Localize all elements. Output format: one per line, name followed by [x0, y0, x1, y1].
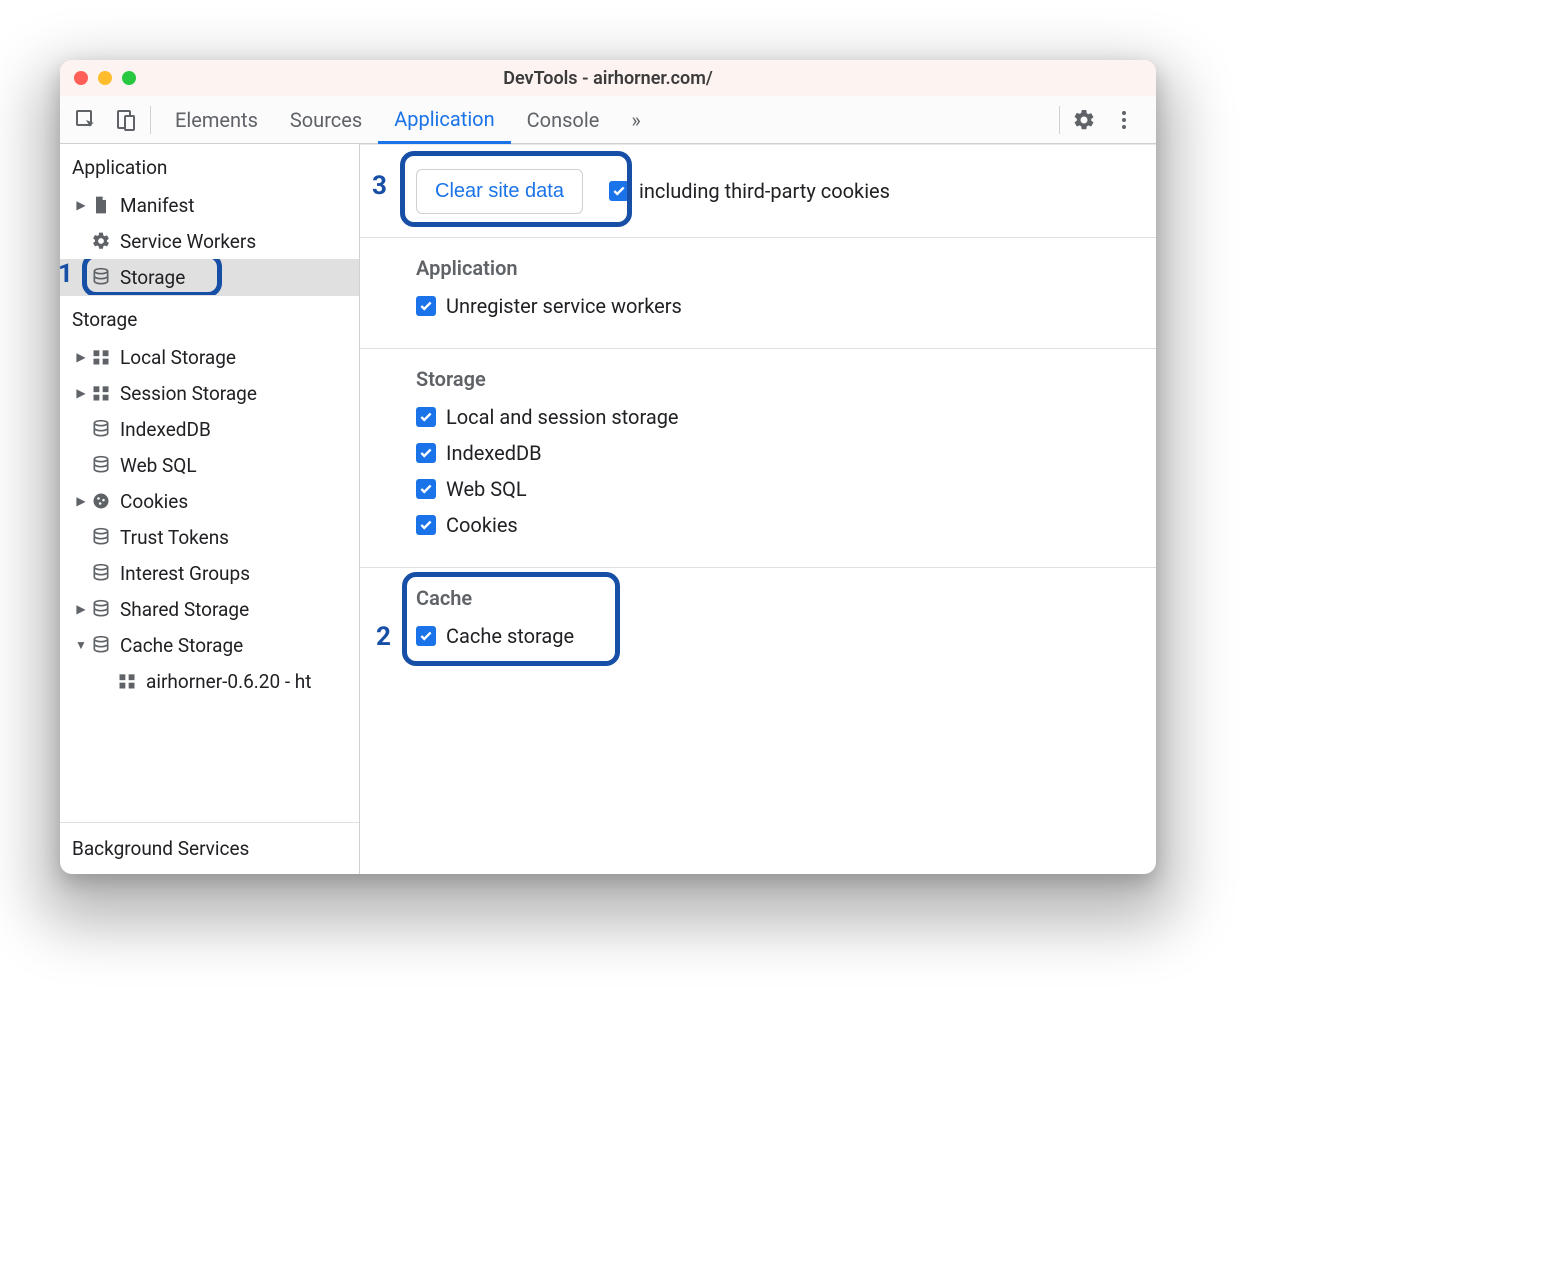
panel-tabs: Elements Sources Application Console » [159, 96, 1055, 143]
toolbar-separator [150, 106, 151, 134]
tab-elements[interactable]: Elements [159, 96, 274, 143]
devtools-window: DevTools - airhorner.com/ Elements Sourc… [60, 60, 1156, 874]
sidebar-item-label: Session Storage [120, 382, 257, 405]
grid-icon [90, 346, 112, 368]
sidebar-item-cache-entry[interactable]: airhorner-0.6.20 - ht [60, 663, 359, 699]
sidebar-item-label: Cookies [120, 490, 188, 513]
annotation-number: 2 [376, 622, 391, 652]
sidebar-item-trust-tokens[interactable]: Trust Tokens [60, 519, 359, 555]
section-heading: Storage [416, 367, 1156, 391]
cookie-icon [90, 490, 112, 512]
sidebar-item-label: Manifest [120, 194, 195, 217]
grid-icon [90, 382, 112, 404]
sidebar-section-application: Application [60, 144, 359, 187]
grid-icon [116, 670, 138, 692]
sidebar-item-label: Service Workers [120, 230, 256, 253]
sidebar-item-label: Local Storage [120, 346, 236, 369]
devtools-toolbar: Elements Sources Application Console » [60, 96, 1156, 144]
indexeddb-checkbox[interactable] [416, 443, 436, 463]
disclosure-triangle-icon: ▶ [74, 198, 88, 212]
sidebar-item-service-workers[interactable]: Service Workers [60, 223, 359, 259]
disclosure-triangle-icon: ▶ [74, 386, 88, 400]
traffic-lights [74, 71, 136, 85]
checkbox-label: Web SQL [446, 477, 527, 501]
database-icon [90, 598, 112, 620]
checkbox-label: Cookies [446, 513, 518, 537]
window-title: DevTools - airhorner.com/ [60, 68, 1156, 89]
sidebar-item-web-sql[interactable]: Web SQL [60, 447, 359, 483]
tabs-overflow-icon[interactable]: » [615, 96, 656, 143]
sidebar-item-interest-groups[interactable]: Interest Groups [60, 555, 359, 591]
database-icon [90, 418, 112, 440]
section-application: Application Unregister service workers [360, 238, 1156, 349]
sidebar-section-background-services[interactable]: Background Services [60, 822, 359, 874]
window-zoom-button[interactable] [122, 71, 136, 85]
database-icon [90, 454, 112, 476]
sidebar-section-storage: Storage [60, 295, 359, 339]
window-close-button[interactable] [74, 71, 88, 85]
sidebar-item-session-storage[interactable]: ▶ Session Storage [60, 375, 359, 411]
database-icon [90, 526, 112, 548]
disclosure-triangle-icon: ▼ [74, 638, 88, 652]
web-sql-checkbox[interactable] [416, 479, 436, 499]
section-storage: Storage Local and session storage Indexe… [360, 349, 1156, 568]
tab-sources[interactable]: Sources [274, 96, 378, 143]
unregister-service-workers-checkbox[interactable] [416, 296, 436, 316]
database-icon [90, 266, 112, 288]
sidebar-item-cache-storage[interactable]: ▼ Cache Storage [60, 627, 359, 663]
sidebar-item-label: Trust Tokens [120, 526, 229, 549]
devtools-body: Application ▶ Manifest Service Workers [60, 144, 1156, 874]
tab-application[interactable]: Application [378, 96, 510, 144]
section-cache: Cache Cache storage 2 [360, 568, 1156, 678]
sidebar-item-label: Web SQL [120, 454, 197, 477]
inspect-element-icon[interactable] [66, 100, 106, 140]
tab-console[interactable]: Console [511, 96, 616, 143]
checkbox-label: Local and session storage [446, 405, 679, 429]
section-heading: Application [416, 256, 1156, 280]
sidebar-item-indexeddb[interactable]: IndexedDB [60, 411, 359, 447]
settings-gear-icon[interactable] [1064, 100, 1104, 140]
third-party-cookies-label: including third-party cookies [639, 179, 890, 203]
more-options-icon[interactable] [1104, 100, 1144, 140]
local-session-storage-checkbox[interactable] [416, 407, 436, 427]
gear-icon [90, 230, 112, 252]
toggle-device-toolbar-icon[interactable] [106, 100, 146, 140]
sidebar-item-label: Interest Groups [120, 562, 250, 585]
toolbar-separator [1059, 106, 1060, 134]
database-icon [90, 562, 112, 584]
disclosure-triangle-icon: ▶ [74, 350, 88, 364]
sidebar-item-local-storage[interactable]: ▶ Local Storage [60, 339, 359, 375]
sidebar-item-label: airhorner-0.6.20 - ht [146, 670, 311, 693]
annotation-number: 1 [60, 259, 73, 289]
sidebar-item-shared-storage[interactable]: ▶ Shared Storage [60, 591, 359, 627]
cache-storage-checkbox[interactable] [416, 626, 436, 646]
sidebar-item-label: IndexedDB [120, 418, 211, 441]
disclosure-triangle-icon: ▶ [74, 494, 88, 508]
sidebar-item-label: Cache Storage [120, 634, 243, 657]
titlebar: DevTools - airhorner.com/ [60, 60, 1156, 96]
annotation-number: 3 [372, 171, 387, 201]
storage-panel: Clear site data including third-party co… [360, 144, 1156, 874]
checkbox-label: IndexedDB [446, 441, 542, 465]
database-icon [90, 634, 112, 656]
clear-site-data-button[interactable]: Clear site data [416, 169, 583, 214]
disclosure-triangle-icon: ▶ [74, 602, 88, 616]
section-heading: Cache [416, 586, 1156, 610]
sidebar-item-storage[interactable]: Storage 1 [60, 259, 359, 295]
sidebar-item-cookies[interactable]: ▶ Cookies [60, 483, 359, 519]
window-minimize-button[interactable] [98, 71, 112, 85]
sidebar-item-manifest[interactable]: ▶ Manifest [60, 187, 359, 223]
cookies-checkbox[interactable] [416, 515, 436, 535]
sidebar-item-label: Storage [120, 266, 185, 289]
checkbox-label: Cache storage [446, 624, 574, 648]
clear-site-data-row: Clear site data including third-party co… [360, 145, 1156, 238]
file-icon [90, 194, 112, 216]
application-sidebar: Application ▶ Manifest Service Workers [60, 144, 360, 874]
checkbox-label: Unregister service workers [446, 294, 682, 318]
third-party-cookies-checkbox[interactable] [609, 181, 629, 201]
sidebar-item-label: Shared Storage [120, 598, 249, 621]
